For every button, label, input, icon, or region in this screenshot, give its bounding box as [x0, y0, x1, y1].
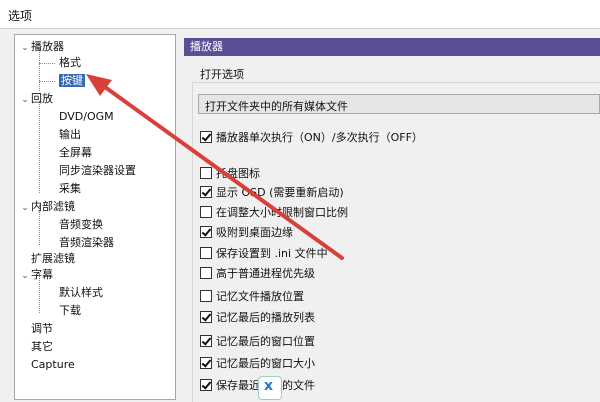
tree-item-keys[interactable]: 按键: [59, 73, 85, 89]
tree-item-output[interactable]: 输出: [59, 127, 81, 143]
expand-icon[interactable]: ⌄: [19, 92, 31, 108]
tree-item-subtitles[interactable]: ⌄ 字幕: [19, 267, 53, 283]
open-options-group-label: 打开选项: [200, 68, 244, 81]
tree-item-player[interactable]: ⌄ 播放器: [19, 39, 64, 55]
panel-header: 播放器: [184, 38, 600, 56]
tree-item-capture-cn[interactable]: 采集: [59, 181, 81, 197]
checkbox-icon[interactable]: [200, 167, 212, 179]
checkbox-remember-window-position[interactable]: 记忆最后的窗口位置: [200, 334, 315, 350]
checkbox-icon[interactable]: [200, 186, 212, 198]
group-border: [192, 82, 600, 83]
checkbox-icon[interactable]: [200, 311, 212, 323]
tree-item-formats[interactable]: 格式: [59, 55, 81, 71]
expand-icon[interactable]: ⌄: [19, 40, 31, 56]
window-titlebar: 选项: [0, 0, 600, 29]
checkbox-snap-to-edges[interactable]: 吸附到桌面边缘: [200, 225, 293, 241]
checkbox-remember-playlist[interactable]: 记忆最后的播放列表: [200, 310, 315, 326]
checkbox-icon[interactable]: [200, 247, 212, 259]
checkbox-icon[interactable]: [200, 226, 212, 238]
open-mode-select-value: 打开文件夹中的所有媒体文件: [205, 100, 348, 113]
checkbox-show-osd[interactable]: 显示 OSD (需要重新启动): [200, 185, 344, 201]
tree-item-capture[interactable]: Capture: [31, 357, 75, 373]
checkbox-save-ini[interactable]: 保存设置到 .ini 文件中: [200, 246, 328, 262]
checkbox-icon[interactable]: [200, 357, 212, 369]
tree-item-playback[interactable]: ⌄ 回放: [19, 91, 53, 107]
expand-icon[interactable]: ⌄: [19, 268, 31, 284]
checkbox-icon[interactable]: [200, 335, 212, 347]
checkbox-icon[interactable]: [200, 131, 212, 143]
window-title: 选项: [8, 9, 33, 23]
checkbox-icon[interactable]: [200, 206, 212, 218]
open-mode-select[interactable]: 打开文件夹中的所有媒体文件: [198, 94, 600, 114]
tree-item-sync-renderer[interactable]: 同步渲染器设置: [59, 163, 136, 179]
tree-item-audio-renderer[interactable]: 音频渲染器: [59, 235, 114, 251]
checkbox-remember-file-position[interactable]: 记忆文件播放位置: [200, 289, 304, 305]
tree-item-internal-filters[interactable]: ⌄ 内部滤镜: [19, 199, 75, 215]
tree-item-external-filters[interactable]: 扩展滤镜: [31, 251, 75, 267]
checkbox-limit-window-ratio[interactable]: 在调整大小时限制窗口比例: [200, 205, 348, 221]
tree-item-default-style[interactable]: 默认样式: [59, 285, 103, 301]
checkbox-icon[interactable]: [200, 290, 212, 302]
tree-connector: [39, 49, 40, 91]
site-logo-icon: [258, 376, 282, 400]
tree-connector: [39, 81, 55, 82]
checkbox-remember-window-size[interactable]: 记忆最后的窗口大小: [200, 356, 315, 372]
checkbox-single-instance[interactable]: 播放器单次执行（ON）/多次执行（OFF）: [200, 130, 423, 146]
expand-icon[interactable]: ⌄: [19, 200, 31, 216]
checkbox-icon[interactable]: [200, 267, 212, 279]
panel-title: 播放器: [190, 40, 223, 53]
checkbox-tray-icon[interactable]: 托盘图标: [200, 166, 260, 182]
tree-connector: [39, 63, 55, 64]
group-border: [192, 82, 193, 402]
checkbox-icon[interactable]: [200, 379, 212, 391]
tree-item-fullscreen[interactable]: 全屏幕: [59, 145, 92, 161]
tree-connector: [39, 101, 40, 193]
tree-item-misc[interactable]: 其它: [31, 339, 53, 355]
tree-item-download[interactable]: 下载: [59, 303, 81, 319]
settings-tree[interactable]: ⌄ 播放器 格式 按键 ⌄ 回放 DVD/OGM 输出 全屏幕 同步渲染器设置 采集…: [14, 34, 176, 400]
tree-item-tweaks[interactable]: 调节: [31, 321, 53, 337]
tree-item-audio-switcher[interactable]: 音频变换: [59, 217, 103, 233]
tree-item-dvd-ogm[interactable]: DVD/OGM: [59, 109, 114, 125]
checkbox-above-normal-priority[interactable]: 高于普通进程优先级: [200, 266, 315, 282]
